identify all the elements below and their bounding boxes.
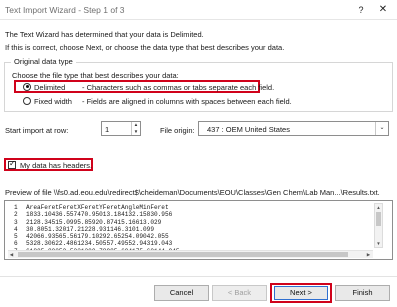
scroll-up-icon[interactable]: ▲ — [375, 204, 382, 211]
file-origin-select[interactable]: 437 : OEM United States ⌄ — [198, 121, 389, 136]
row-text: 5328.30622.4861234.50557.49552.94319.043 — [26, 240, 173, 248]
horizontal-scroll-thumb[interactable] — [18, 252, 348, 257]
close-button[interactable]: ✕ — [376, 3, 390, 17]
group-label: Original data type — [11, 57, 76, 66]
delimited-description: - Characters such as commas or tabs sepa… — [82, 83, 275, 92]
back-button[interactable]: < Back — [212, 285, 267, 301]
row-number: 3 — [14, 218, 18, 226]
row-text: 30.8051.32017.21228.931146.3101.099 — [26, 225, 154, 233]
headers-checkbox[interactable]: ✓ — [8, 159, 16, 169]
headers-checkbox-label[interactable]: My data has headers. — [20, 161, 92, 170]
row-text: 2128.34515.0995.85920.87415.16613.029 — [26, 218, 162, 226]
stepper-arrows: ▲ ▼ — [131, 122, 140, 135]
chevron-down-icon[interactable]: ⌄ — [375, 122, 388, 135]
start-row-stepper[interactable]: 1 ▲ ▼ — [101, 121, 141, 136]
delimited-detected-text: The Text Wizard has determined that your… — [5, 30, 204, 39]
vertical-scroll-thumb[interactable] — [376, 212, 381, 226]
preview-vertical-scrollbar[interactable]: ▲ ▼ — [374, 203, 383, 248]
scroll-down-icon[interactable]: ▼ — [375, 240, 382, 247]
next-button[interactable]: Next > — [274, 286, 328, 300]
row-number: 5 — [14, 233, 18, 241]
file-origin-label: File origin: — [160, 126, 195, 135]
row-number: 4 — [14, 225, 18, 233]
scroll-left-icon[interactable]: ◀ — [8, 251, 15, 258]
start-import-label: Start import at row: — [5, 126, 69, 135]
stepper-down-icon[interactable]: ▼ — [132, 129, 140, 136]
row-number: 1 — [14, 204, 18, 211]
file-type-prompt: Choose the file type that best describes… — [12, 71, 179, 80]
preview-label: Preview of file \\fs0.ad.eou.edu\redirec… — [5, 188, 380, 197]
fixed-width-radio-label[interactable]: Fixed width — [34, 97, 72, 106]
instructions-text: If this is correct, choose Next, or choo… — [5, 43, 285, 52]
window-title: Text Import Wizard - Step 1 of 3 — [5, 5, 125, 15]
footer-divider — [0, 276, 397, 277]
scroll-right-icon[interactable]: ▶ — [365, 251, 372, 258]
fixed-width-radio[interactable] — [23, 97, 31, 105]
delimited-radio[interactable] — [23, 82, 31, 91]
title-bar: Text Import Wizard - Step 1 of 3 ? ✕ — [0, 0, 397, 20]
start-row-value[interactable]: 1 — [105, 125, 109, 134]
row-text: 1833.10436.557470.95013.184132.15830.956 — [26, 211, 173, 219]
checkmark-icon: ✓ — [9, 159, 16, 168]
row-number: 2 — [14, 211, 18, 219]
delimited-radio-label[interactable]: Delimited — [34, 83, 65, 92]
row-text: AreaFeretFeretXFeretYFeretAngleMinFeret — [26, 204, 169, 211]
file-origin-value: 437 : OEM United States — [207, 125, 290, 134]
row-number: 6 — [14, 240, 18, 248]
row-text: 42066.93565.56179.10292.65254.09042.055 — [26, 233, 169, 241]
fixed-width-description: - Fields are aligned in columns with spa… — [82, 97, 292, 106]
cancel-button[interactable]: Cancel — [154, 285, 209, 301]
preview-horizontal-scrollbar[interactable]: ◀ ▶ — [8, 250, 373, 258]
help-button[interactable]: ? — [354, 3, 368, 17]
finish-button[interactable]: Finish — [335, 285, 390, 301]
